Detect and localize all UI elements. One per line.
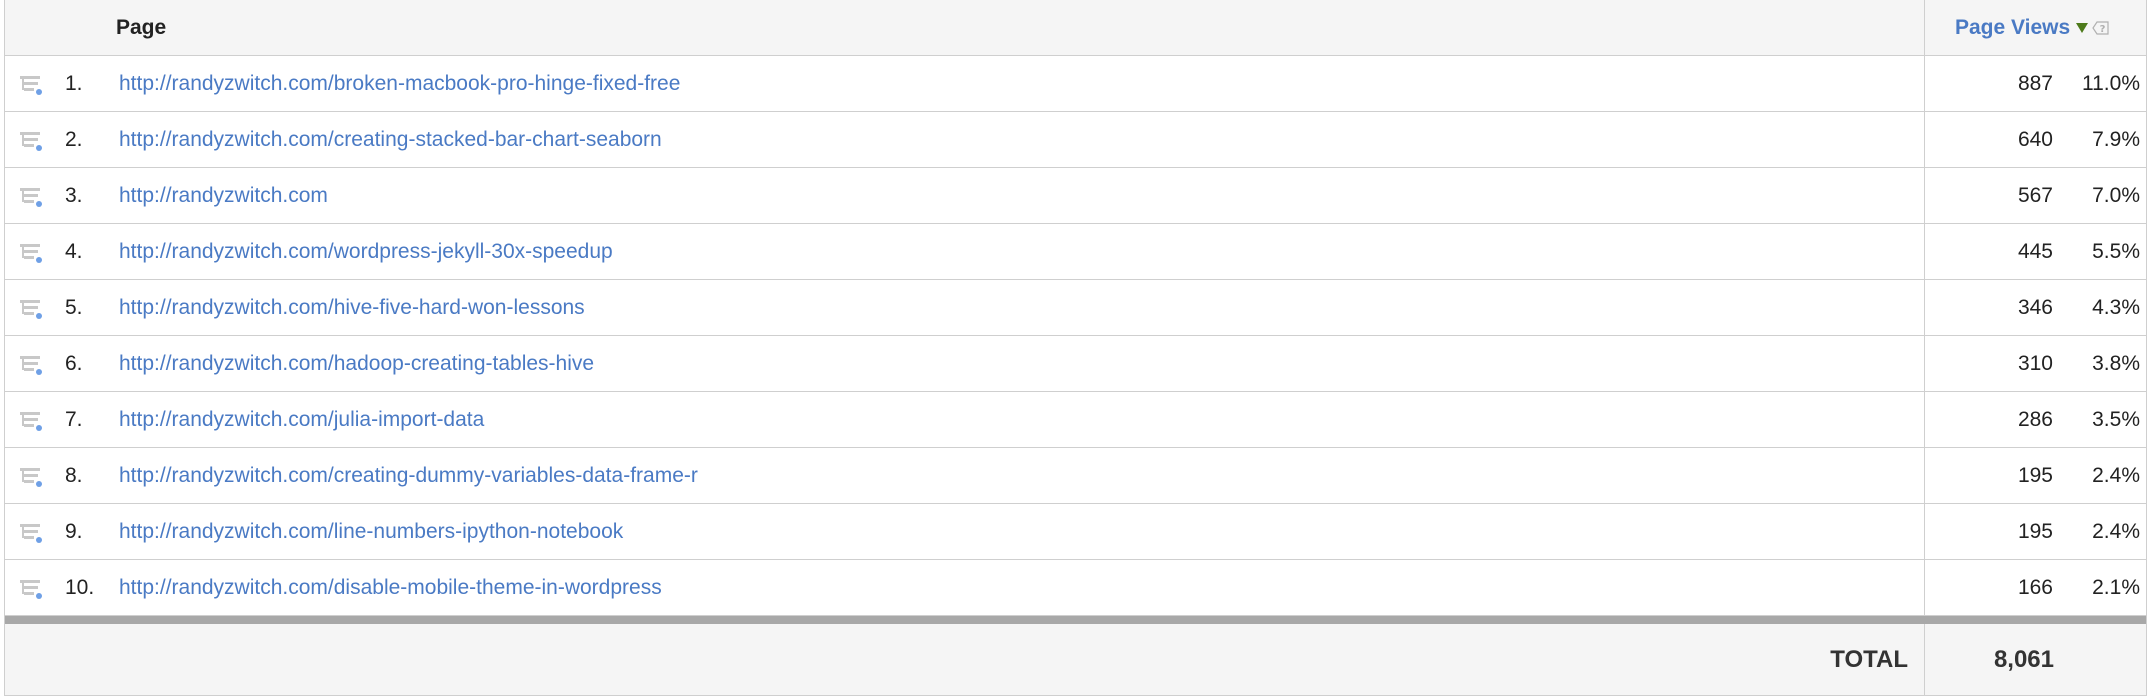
breakdown-icon[interactable] (19, 74, 43, 96)
total-row: TOTAL 8,061 (5, 624, 2146, 696)
page-views-value: 567 (2017, 184, 2053, 207)
row-rank: 6. (65, 352, 83, 375)
breakdown-icon[interactable] (19, 466, 43, 488)
table-row: 4. http://randyzwitch.com/wordpress-jekyl… (5, 224, 2146, 280)
page-views-percent: 11.0% (2082, 72, 2140, 95)
page-views-value: 195 (2017, 464, 2053, 487)
row-rank: 4. (65, 240, 83, 263)
row-rank: 8. (65, 464, 83, 487)
page-url-link[interactable]: http://randyzwitch.com/creating-dummy-va… (119, 464, 698, 488)
column-divider (1924, 624, 1925, 695)
report-table: Page Page Views ? 1. http://randyzwitch.c… (4, 0, 2147, 696)
breakdown-icon[interactable] (19, 298, 43, 320)
page-views-percent: 5.5% (2092, 240, 2140, 263)
table-body: 1. http://randyzwitch.com/broken-macbook-… (5, 56, 2146, 616)
page-views-value: 445 (2017, 240, 2053, 263)
row-rank: 9. (65, 520, 83, 543)
svg-text:?: ? (2100, 24, 2106, 35)
table-row: 2. http://randyzwitch.com/creating-stacke… (5, 112, 2146, 168)
page-url-link[interactable]: http://randyzwitch.com/disable-mobile-th… (119, 576, 662, 600)
page-views-column-header[interactable]: Page Views ? (1955, 16, 2110, 40)
page-views-percent: 4.3% (2092, 296, 2140, 319)
column-divider (1924, 224, 1925, 279)
page-views-report: Page Page Views ? 1. http://randyzwitch.c… (0, 0, 2150, 698)
table-header: Page Page Views ? (5, 0, 2146, 56)
row-rank: 1. (65, 72, 83, 95)
breakdown-icon[interactable] (19, 242, 43, 264)
column-divider (1924, 168, 1925, 223)
sort-descending-icon[interactable] (2076, 23, 2089, 34)
total-label: TOTAL (1830, 646, 1908, 673)
help-icon[interactable]: ? (2092, 20, 2110, 36)
total-value: 8,061 (1993, 646, 2054, 673)
breakdown-icon[interactable] (19, 130, 43, 152)
page-url-link[interactable]: http://randyzwitch.com/hadoop-creating-t… (119, 352, 594, 376)
page-views-value: 640 (2017, 128, 2053, 151)
page-views-value: 310 (2017, 352, 2053, 375)
table-row: 5. http://randyzwitch.com/hive-five-hard-… (5, 280, 2146, 336)
page-views-value: 166 (2017, 576, 2053, 599)
row-rank: 10. (65, 576, 95, 599)
table-row: 7. http://randyzwitch.com/julia-import-da… (5, 392, 2146, 448)
page-views-percent: 2.1% (2092, 576, 2140, 599)
page-views-percent: 3.8% (2092, 352, 2140, 375)
page-views-percent: 7.9% (2092, 128, 2140, 151)
table-row: 1. http://randyzwitch.com/broken-macbook-… (5, 56, 2146, 112)
column-divider (1924, 0, 1925, 55)
table-row: 10. http://randyzwitch.com/disable-mobile… (5, 560, 2146, 616)
column-divider (1924, 112, 1925, 167)
breakdown-icon[interactable] (19, 186, 43, 208)
column-divider (1924, 56, 1925, 111)
page-url-link[interactable]: http://randyzwitch.com/creating-stacked-… (119, 128, 662, 152)
page-views-header-label[interactable]: Page Views (1955, 16, 2070, 39)
page-url-link[interactable]: http://randyzwitch.com (119, 184, 328, 208)
page-views-value: 286 (2017, 408, 2053, 431)
breakdown-icon[interactable] (19, 578, 43, 600)
page-url-link[interactable]: http://randyzwitch.com/julia-import-data (119, 408, 484, 432)
page-url-link[interactable]: http://randyzwitch.com/line-numbers-ipyt… (119, 520, 623, 544)
page-column-header[interactable]: Page (116, 16, 166, 40)
row-rank: 3. (65, 184, 83, 207)
row-rank: 2. (65, 128, 83, 151)
page-views-percent: 2.4% (2092, 464, 2140, 487)
column-divider (1924, 448, 1925, 503)
table-row: 3. http://randyzwitch.com 567 7.0% (5, 168, 2146, 224)
page-views-value: 195 (2017, 520, 2053, 543)
row-rank: 5. (65, 296, 83, 319)
table-row: 8. http://randyzwitch.com/creating-dummy-… (5, 448, 2146, 504)
page-views-percent: 2.4% (2092, 520, 2140, 543)
row-rank: 7. (65, 408, 83, 431)
page-url-link[interactable]: http://randyzwitch.com/hive-five-hard-wo… (119, 296, 585, 320)
column-divider (1924, 504, 1925, 559)
page-views-value: 887 (2017, 72, 2053, 95)
breakdown-icon[interactable] (19, 522, 43, 544)
column-divider (1924, 392, 1925, 447)
table-row: 9. http://randyzwitch.com/line-numbers-ip… (5, 504, 2146, 560)
column-divider (1924, 280, 1925, 335)
page-views-percent: 3.5% (2092, 408, 2140, 431)
page-views-value: 346 (2017, 296, 2053, 319)
page-url-link[interactable]: http://randyzwitch.com/wordpress-jekyll-… (119, 240, 613, 264)
breakdown-icon[interactable] (19, 410, 43, 432)
column-divider (1924, 336, 1925, 391)
table-row: 6. http://randyzwitch.com/hadoop-creating… (5, 336, 2146, 392)
page-url-link[interactable]: http://randyzwitch.com/broken-macbook-pr… (119, 72, 680, 96)
page-views-percent: 7.0% (2092, 184, 2140, 207)
breakdown-icon[interactable] (19, 354, 43, 376)
column-divider (1924, 560, 1925, 615)
total-divider (5, 616, 2146, 624)
